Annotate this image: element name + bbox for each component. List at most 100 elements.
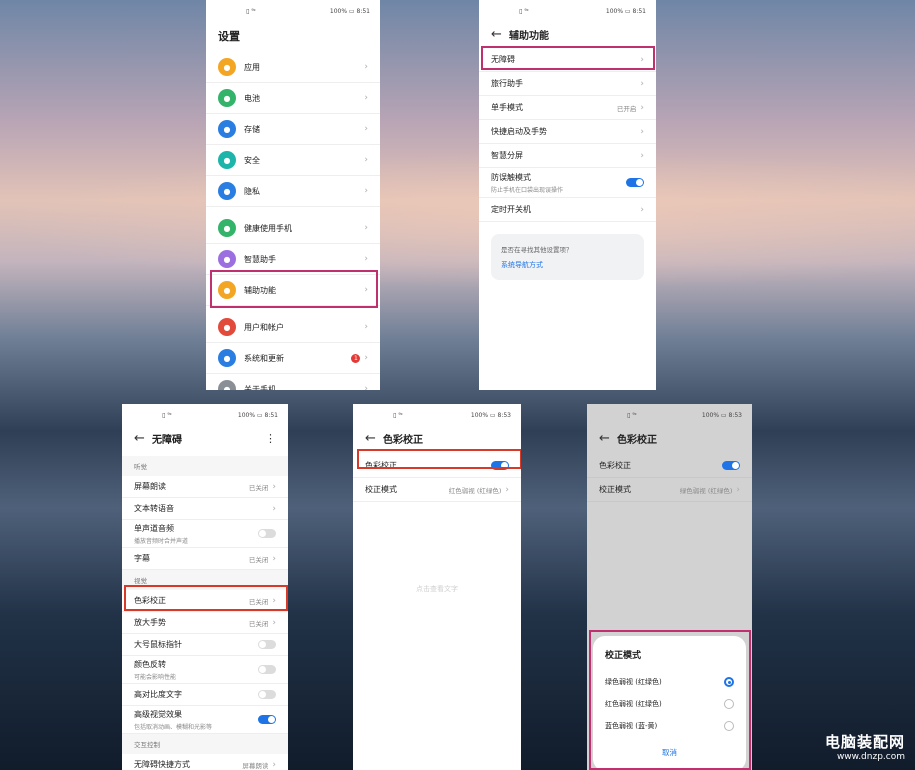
back-arrow-icon[interactable]: ←	[491, 27, 509, 42]
status-bar: ▯ ⁹ᶜ 100% ▭ 8:53	[587, 404, 752, 426]
page-title: 无障碍	[152, 434, 182, 446]
settings-item-label: 用户和帐户	[244, 322, 284, 332]
row-value: 已开启	[616, 104, 637, 113]
settings-item-2[interactable]: ● 存储 ›	[206, 114, 380, 145]
more-options-icon[interactable]: ⋮	[265, 432, 276, 445]
row-value: 已关闭	[248, 555, 269, 564]
barrier_free-hearing_items-row-2[interactable]: 单声道音频 播放音频时合并声道	[122, 520, 288, 548]
color-correction-switch[interactable]	[722, 461, 740, 470]
title-bar: ← 辅助功能	[479, 22, 656, 46]
row-label: 字幕	[134, 554, 150, 563]
row-label: 旅行助手	[491, 79, 523, 88]
system-icon: ●	[218, 349, 236, 367]
chevron-right-icon: ›	[364, 254, 368, 264]
accessibility-screen: ▯ ⁹ᶜ 100% ▭ 8:51 ← 辅助功能 无障碍 › 旅行助手 › 单手模式 已开启…	[479, 0, 656, 390]
watermark: 电脑装配网 www.dnzp.com	[825, 731, 905, 762]
correction-mode-row[interactable]: 校正模式 红色弱视 (红绿色) ›	[353, 478, 521, 502]
status-icons: ▯ ⁹ᶜ	[246, 7, 256, 15]
accessibility-items-row-6[interactable]: 定时开关机 ›	[479, 198, 656, 222]
accessibility-items-row-1[interactable]: 旅行助手 ›	[479, 72, 656, 96]
highlight-sheet	[589, 630, 751, 770]
back-arrow-icon[interactable]: ←	[134, 431, 152, 446]
highlight-barrier-free	[481, 46, 655, 70]
barrier_free-hearing_items-row-3[interactable]: 字幕 已关闭 ›	[122, 548, 288, 570]
row-label: 文本转语音	[134, 504, 174, 513]
chevron-right-icon: ›	[364, 322, 368, 332]
status-right: 100% ▭ 8:51	[329, 7, 370, 15]
mode-value: 红色弱视 (红绿色)	[448, 486, 502, 495]
assistant-icon: ●	[218, 250, 236, 268]
chevron-right-icon: ›	[364, 155, 368, 165]
settings-item-3[interactable]: ● 安全 ›	[206, 145, 380, 176]
system-navigation-link[interactable]: 系统导航方式	[501, 260, 634, 270]
toggle-switch[interactable]	[258, 715, 276, 724]
chevron-right-icon: ›	[272, 553, 276, 564]
row-label: 颜色反转	[134, 659, 166, 669]
barrier_free-vision_items-row-1[interactable]: 放大手势 已关闭 ›	[122, 612, 288, 634]
back-arrow-icon[interactable]: ←	[599, 431, 617, 446]
row-label: 防误触模式	[491, 172, 531, 182]
battery-icon: ●	[218, 89, 236, 107]
settings-item-4[interactable]: ● 隐私 ›	[206, 176, 380, 207]
status-bar: ▯ ⁹ᶜ 100% ▭ 8:51	[122, 404, 288, 426]
settings-item-label: 健康使用手机	[244, 223, 292, 233]
settings-item-10[interactable]: ● 关于手机 ›	[206, 374, 380, 390]
row-label: 高级视觉效果	[134, 709, 182, 719]
shield-icon: ●	[218, 151, 236, 169]
chevron-right-icon: ›	[272, 503, 276, 514]
toggle-switch[interactable]	[258, 690, 276, 699]
settings-item-9[interactable]: ● 系统和更新 1 ›	[206, 343, 380, 374]
chevron-right-icon: ›	[272, 481, 276, 492]
barrier_free-vision_items-row-3[interactable]: 颜色反转可能会影响性能	[122, 656, 288, 684]
correction-mode-row[interactable]: 校正模式 绿色弱视 (红绿色) ›	[587, 478, 752, 502]
color-correction-toggle-row[interactable]: 色彩校正	[587, 454, 752, 478]
mode-label: 校正模式	[365, 485, 397, 494]
toggle-switch[interactable]	[258, 529, 276, 538]
barrier_free-hearing_items-row-1[interactable]: 文本转语音 ›	[122, 498, 288, 520]
watermark-title: 电脑装配网	[824, 733, 905, 751]
settings-item-0[interactable]: ● 应用 ›	[206, 52, 380, 83]
barrier_free-vision_items-row-4[interactable]: 高对比度文字	[122, 684, 288, 706]
barrier_free-interaction_items-row-0[interactable]: 无障碍快捷方式 屏幕朗读 ›	[122, 754, 288, 770]
row-value: 屏幕朗读	[242, 761, 269, 770]
preview-hint: 点击查看文字	[416, 585, 458, 593]
chevron-right-icon: ›	[640, 126, 644, 137]
toggle-switch[interactable]	[626, 178, 644, 187]
settings-item-5[interactable]: ● 健康使用手机 ›	[206, 213, 380, 244]
status-icons: ▯ ⁹ᶜ	[393, 411, 403, 419]
accessibility-items-row-5[interactable]: 防误触模式 防止手机在口袋出现误操作	[479, 168, 656, 198]
suggestion-card: 是否在寻找其他设置项？ 系统导航方式	[491, 234, 644, 280]
watermark-url: www.dnzp.com	[836, 752, 905, 762]
barrier_free-vision_items-row-2[interactable]: 大号鼠标指针	[122, 634, 288, 656]
row-sublabel: 可能会影响性能	[134, 673, 177, 681]
chevron-right-icon: ›	[364, 62, 368, 72]
accessibility-items-row-3[interactable]: 快捷启动及手势 ›	[479, 120, 656, 144]
accessibility-items-row-4[interactable]: 智慧分屏 ›	[479, 144, 656, 168]
page-title: 色彩校正	[617, 434, 657, 446]
settings-item-label: 关于手机	[244, 384, 276, 391]
accessibility-items-row-2[interactable]: 单手模式 已开启 ›	[479, 96, 656, 120]
barrier_free-vision_items-row-5[interactable]: 高级视觉效果 包括取消动画、模糊和光影等	[122, 706, 288, 734]
title-bar: ← 色彩校正	[587, 426, 752, 450]
storage-icon: ●	[218, 120, 236, 138]
row-label: 快捷启动及手势	[491, 127, 547, 136]
back-arrow-icon[interactable]: ←	[365, 431, 383, 446]
user-icon: ●	[218, 318, 236, 336]
row-value: 已关闭	[248, 619, 269, 628]
status-right: 100% ▭ 8:51	[605, 7, 646, 15]
settings-item-label: 系统和更新	[244, 353, 284, 363]
toggle-switch[interactable]	[258, 640, 276, 649]
row-label: 单手模式	[491, 103, 523, 112]
settings-screen: ▯ ⁹ᶜ 100% ▭ 8:51 设置 ● 应用 › ● 电池 › ● 存储 › ● 安全 › ● 隐私 ›…	[206, 0, 380, 390]
chevron-right-icon: ›	[736, 484, 740, 495]
status-right: 100% ▭ 8:53	[470, 411, 511, 419]
settings-item-label: 存储	[244, 124, 260, 134]
barrier_free-hearing_items-row-0[interactable]: 屏幕朗读 已关闭 ›	[122, 476, 288, 498]
settings-item-1[interactable]: ● 电池 ›	[206, 83, 380, 114]
settings-item-label: 应用	[244, 62, 260, 72]
toggle-switch[interactable]	[258, 665, 276, 674]
status-icons: ▯ ⁹ᶜ	[519, 7, 529, 15]
highlight-accessibility	[210, 270, 378, 308]
settings-item-8[interactable]: ● 用户和帐户 ›	[206, 312, 380, 343]
chevron-right-icon: ›	[640, 78, 644, 89]
